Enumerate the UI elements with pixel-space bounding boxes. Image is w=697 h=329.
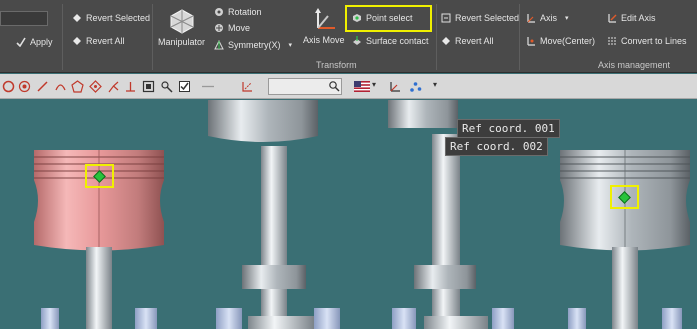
settings-tool-icon[interactable] [160,80,173,93]
axis-label: Axis [540,13,558,23]
apply-icon [16,37,26,48]
flag-dropdown-icon[interactable]: ▾ [372,80,376,89]
view-dropdown-icon[interactable]: ▾ [433,80,437,89]
ref-point-002-marker[interactable] [610,185,639,209]
revert-selected-2-icon [441,13,451,23]
axis-management-group-label: Axis management [598,60,671,70]
move-center-button[interactable]: Move(Center) [526,36,595,46]
measure-tool-icon[interactable] [241,80,254,93]
symmetry-button[interactable]: Symmetry(X) ▾ [214,39,293,50]
manipulator-label: Manipulator [158,37,206,47]
axis-icon [526,13,536,23]
apply-label: Apply [30,37,53,47]
symmetry-icon [214,39,224,50]
flag-icon[interactable] [354,80,370,93]
ref-coord-002-label: Ref coord. 002 [445,137,548,156]
points-view-icon[interactable] [409,80,422,93]
target-icon[interactable] [18,80,31,93]
circle-select-icon[interactable] [2,80,15,93]
revert-selected-2-button[interactable]: Revert Selected [441,13,519,23]
axis-view-icon[interactable] [388,80,401,93]
edit-axis-label: Edit Axis [621,13,656,23]
diamond-tool-icon[interactable] [89,80,102,93]
convert-lines-icon [607,36,617,46]
axis-move-icon [310,6,338,32]
transform-group-label: Transform [316,60,357,70]
panel-tool-icon[interactable] [142,80,155,93]
surface-contact-label: Surface contact [366,36,429,46]
point-marker-icon [93,170,106,183]
move-button[interactable]: Move [214,23,250,33]
axis-move-button[interactable]: Axis Move [303,6,345,45]
revert-selected-icon [72,13,82,23]
piston-scene [34,100,690,329]
apply-button[interactable]: Apply [16,37,53,48]
revert-selected-2-label: Revert Selected [455,13,520,23]
branch-tool-icon[interactable] [107,80,120,93]
point-select-highlight [345,5,432,32]
ref-coord-001-label: Ref coord. 001 [457,119,560,138]
revert-all-icon [72,36,82,46]
move-label: Move [228,23,251,33]
surface-contact-icon [352,36,362,46]
manipulator-icon [168,8,196,34]
revert-all-button[interactable]: Revert All [72,36,125,46]
rotation-icon [214,7,224,17]
ref-point-001-marker[interactable] [85,164,114,188]
search-icon[interactable] [328,80,341,93]
axis-move-label: Axis Move [303,35,345,45]
3d-viewport[interactable]: Ref coord. 001 Ref coord. 002 [0,100,697,329]
dash-tool-icon[interactable] [198,80,218,93]
revert-all-2-button[interactable]: Revert All [441,36,494,46]
revert-all-2-label: Revert All [455,36,494,46]
convert-lines-button[interactable]: Convert to Lines [607,36,687,46]
symmetry-label: Symmetry(X) [228,40,281,50]
checkbox-tool-icon[interactable] [178,80,191,93]
toolbar: ▾ ▾ [0,74,697,99]
rotation-label: Rotation [228,7,262,17]
point-marker-icon [618,191,631,204]
symmetry-dropdown-icon[interactable]: ▾ [289,41,293,49]
manipulator-button[interactable]: Manipulator [158,8,205,47]
move-center-label: Move(Center) [540,36,596,46]
revert-all-2-icon [441,36,451,46]
revert-selected-button[interactable]: Revert Selected [72,13,150,23]
rotation-button[interactable]: Rotation [214,7,262,17]
axis-dropdown-icon[interactable]: ▾ [565,14,569,22]
axis-button[interactable]: Axis ▾ [526,13,569,23]
move-icon [214,23,224,33]
arc-tool-icon[interactable] [54,80,67,93]
value-input[interactable] [0,11,48,26]
line-tool-icon[interactable] [36,80,49,93]
edit-axis-icon [607,13,617,23]
polygon-tool-icon[interactable] [71,80,84,93]
revert-selected-label: Revert Selected [86,13,151,23]
revert-all-label: Revert All [86,36,125,46]
convert-lines-label: Convert to Lines [621,36,687,46]
move-center-icon [526,36,536,46]
edit-axis-button[interactable]: Edit Axis [607,13,656,23]
surface-contact-button[interactable]: Surface contact [352,36,429,46]
ribbon: Apply Revert Selected Revert All Manipul… [0,0,697,73]
perpendicular-tool-icon[interactable] [124,80,137,93]
